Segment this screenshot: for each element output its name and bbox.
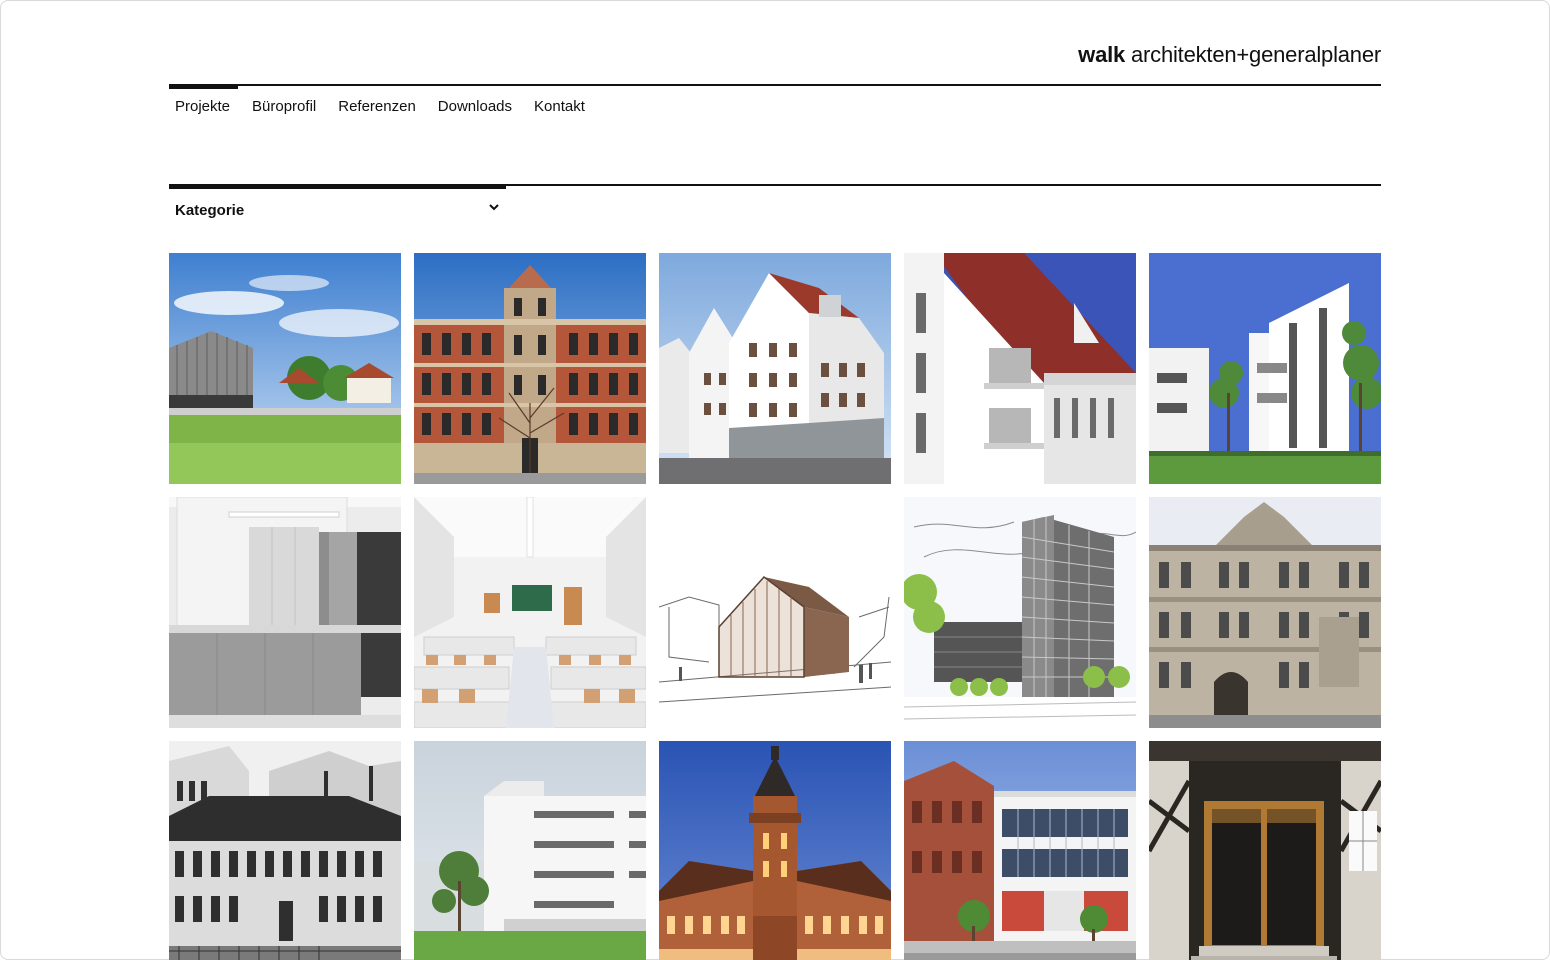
nav-active-indicator — [169, 84, 238, 89]
project-tile-timber-frame-door[interactable] — [1149, 741, 1381, 960]
project-tile-white-block-building[interactable] — [414, 741, 646, 960]
nav-item-referenzen[interactable]: Referenzen — [338, 98, 416, 115]
nav-item-kontakt[interactable]: Kontakt — [534, 98, 585, 115]
nav-item-projekte[interactable]: Projekte — [175, 98, 230, 115]
category-dropdown[interactable]: Kategorie — [175, 202, 501, 219]
project-tile-white-gabled-houses[interactable] — [659, 253, 891, 484]
nav-item-downloads[interactable]: Downloads — [438, 98, 512, 115]
project-tile-sandstone-facade[interactable] — [1149, 497, 1381, 728]
logo-brand: walk — [1078, 42, 1126, 67]
project-tile-classroom-interior[interactable] — [414, 497, 646, 728]
project-tile-gabled-sketch[interactable] — [659, 497, 891, 728]
chevron-down-icon — [489, 203, 499, 210]
logo-tagline: architekten+generalplaner — [1130, 42, 1381, 67]
filter-active-indicator — [169, 184, 506, 189]
nav-divider — [169, 84, 1381, 86]
nav-item-bueroprofil[interactable]: Büroprofil — [252, 98, 316, 115]
project-tile-red-roof-apartments[interactable] — [904, 253, 1136, 484]
project-tile-glass-corner-building[interactable] — [904, 741, 1136, 960]
site-logo[interactable]: walk architekten+generalplaner — [1078, 42, 1381, 68]
main-nav: Projekte Büroprofil Referenzen Downloads… — [175, 98, 585, 115]
project-tile-white-modern-apartments[interactable] — [1149, 253, 1381, 484]
project-tile-historic-bw-photo[interactable] — [169, 741, 401, 960]
category-dropdown-label: Kategorie — [175, 202, 245, 219]
project-tile-historic-brick-school[interactable] — [414, 253, 646, 484]
project-tile-wooden-barn-hall[interactable] — [169, 253, 401, 484]
project-tile-tower-sketch[interactable] — [904, 497, 1136, 728]
project-grid — [169, 253, 1381, 960]
project-tile-kitchen-interior[interactable] — [169, 497, 401, 728]
project-tile-illuminated-tower-hall[interactable] — [659, 741, 891, 960]
